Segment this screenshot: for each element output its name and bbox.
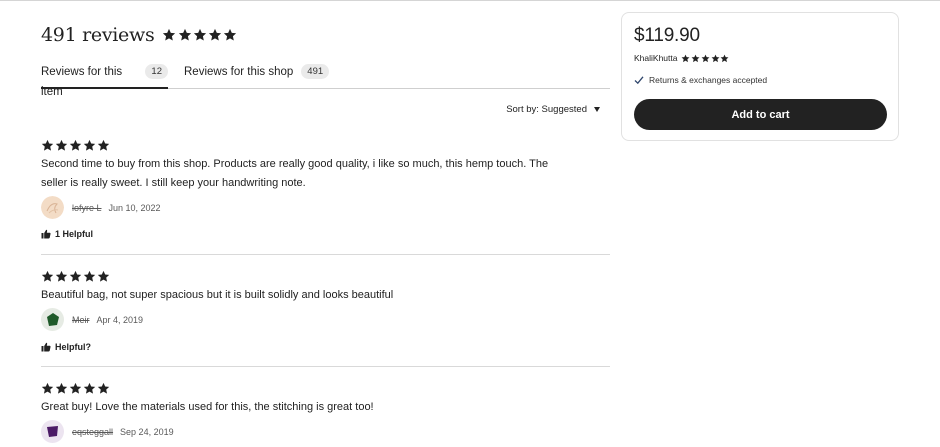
star-icon	[69, 382, 82, 394]
star-icon	[701, 54, 710, 62]
star-icon	[682, 54, 690, 62]
star-icon	[41, 382, 54, 394]
tab-reviews-for-shop[interactable]: Reviews for this shop 491	[184, 62, 330, 89]
seller-stars	[681, 54, 730, 63]
star-icon	[83, 382, 96, 394]
divider	[41, 366, 610, 367]
price: $119.90	[634, 25, 700, 46]
star-icon	[691, 54, 700, 62]
star-icon	[711, 54, 720, 62]
star-icon	[69, 270, 82, 282]
review-meta: lofyre L Jun 10, 2022	[41, 196, 161, 219]
reviews-count: 491 reviews	[41, 24, 155, 46]
review-stars	[41, 270, 111, 283]
tab-label: Reviews for this item	[41, 66, 123, 98]
divider	[41, 254, 610, 255]
avatar[interactable]	[41, 196, 64, 219]
review-tabs: Reviews for this item 12 Reviews for thi…	[41, 62, 610, 98]
star-icon	[69, 139, 82, 151]
helpful-button[interactable]: 1 Helpful	[41, 229, 93, 239]
summary-stars	[162, 28, 238, 42]
star-icon	[83, 139, 96, 151]
seller-name[interactable]: KhaliKhutta	[634, 53, 677, 63]
star-icon	[97, 139, 110, 151]
review-text: Second time to buy from this shop. Produ…	[41, 158, 549, 189]
star-icon	[83, 270, 96, 282]
top-border	[0, 0, 940, 1]
review-stars	[41, 139, 111, 152]
star-icon	[41, 139, 54, 151]
star-icon	[55, 139, 68, 151]
review-stars	[41, 382, 111, 395]
star-icon	[55, 270, 68, 282]
sort-label: Sort by: Suggested	[506, 104, 587, 115]
star-icon	[163, 28, 176, 41]
returns-policy: Returns & exchanges accepted	[634, 75, 767, 85]
caret-down-icon	[594, 107, 600, 112]
buy-box: $119.90 KhaliKhutta Returns & exchanges …	[621, 12, 899, 141]
star-icon	[41, 270, 54, 282]
check-icon	[634, 76, 644, 85]
reviewer-name[interactable]: Meir	[72, 315, 90, 325]
returns-text: Returns & exchanges accepted	[649, 75, 768, 85]
reviews-header: 491 reviews	[41, 24, 238, 46]
review-text: Great buy! Love the materials used for t…	[41, 401, 374, 413]
star-icon	[178, 28, 191, 41]
star-icon	[720, 54, 729, 62]
avatar[interactable]	[41, 420, 64, 443]
star-icon	[223, 28, 236, 41]
review-text: Beautiful bag, not super spacious but it…	[41, 289, 394, 301]
review-meta: Meir Apr 4, 2019	[41, 308, 143, 331]
tab-count-badge: 491	[301, 64, 330, 79]
review-date: Apr 4, 2019	[96, 314, 144, 325]
thumbs-up-icon	[41, 342, 51, 352]
star-icon	[97, 382, 110, 394]
add-to-cart-button[interactable]: Add to cart	[634, 99, 887, 130]
review-date: Sep 24, 2019	[120, 426, 174, 437]
seller-info: KhaliKhutta	[634, 53, 730, 63]
avatar[interactable]	[41, 308, 64, 331]
review-date: Jun 10, 2022	[108, 202, 161, 213]
star-icon	[193, 28, 206, 41]
reviewer-name[interactable]: eqsteggall	[72, 427, 113, 437]
star-icon	[97, 270, 110, 282]
tab-reviews-for-item[interactable]: Reviews for this item 12	[41, 62, 168, 98]
tab-label: Reviews for this shop	[184, 66, 294, 78]
helpful-label: Helpful?	[55, 342, 91, 352]
reviewer-name[interactable]: lofyre L	[72, 203, 102, 213]
helpful-label: 1 Helpful	[55, 229, 94, 239]
sort-dropdown[interactable]: Sort by: Suggested	[506, 104, 600, 115]
helpful-button[interactable]: Helpful?	[41, 342, 91, 352]
thumbs-up-icon	[41, 229, 51, 239]
star-icon	[55, 382, 68, 394]
review-meta: eqsteggall Sep 24, 2019	[41, 420, 174, 443]
tab-count-badge: 12	[145, 64, 168, 79]
star-icon	[208, 28, 221, 41]
